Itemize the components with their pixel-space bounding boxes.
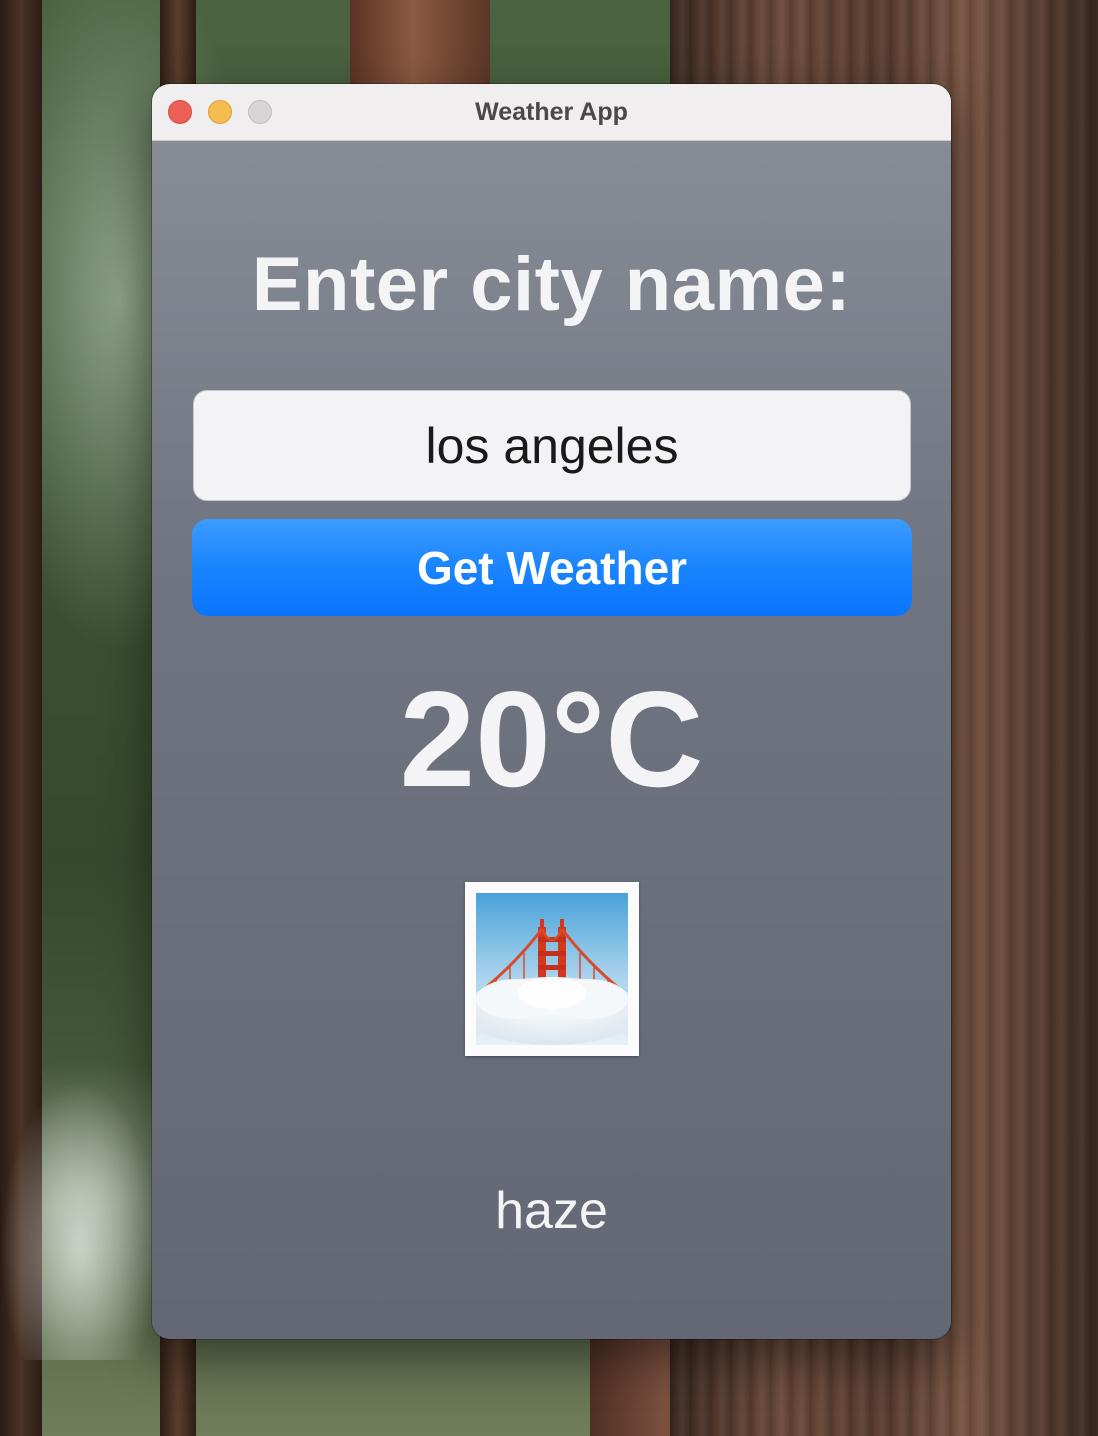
get-weather-button[interactable]: Get Weather [192,519,912,616]
app-content: Enter city name: Get Weather 20°C [152,141,951,1339]
city-prompt-label: Enter city name: [251,242,852,327]
weather-condition-image [465,882,639,1056]
title-bar[interactable]: Weather App [152,84,951,141]
weather-app-window: Weather App Enter city name: Get Weather… [152,84,951,1339]
temperature-display: 20°C [399,663,704,815]
fog-bridge-icon [476,893,628,1045]
weather-description: haze [495,1182,608,1240]
window-title: Weather App [475,98,628,126]
city-input[interactable] [193,390,911,501]
forest-fog [0,1080,160,1360]
tree-trunk [350,0,490,90]
